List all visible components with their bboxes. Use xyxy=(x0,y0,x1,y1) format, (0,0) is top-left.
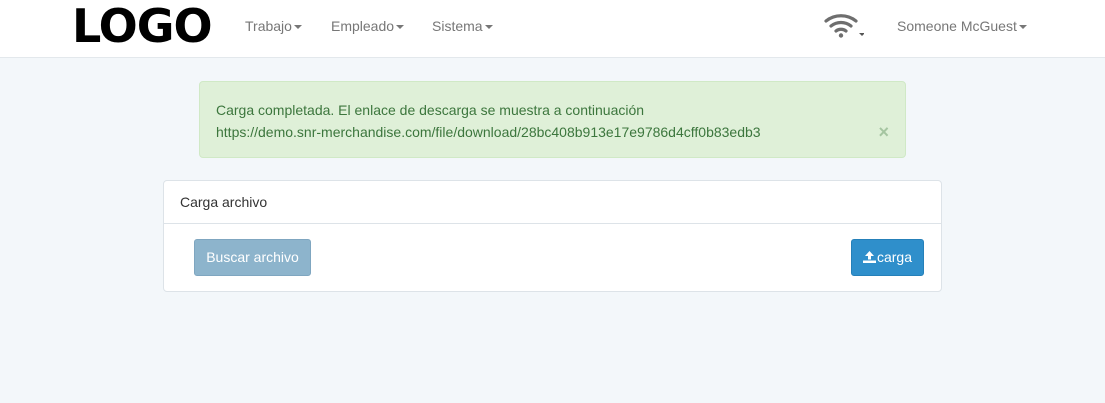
nav-menu-trabajo[interactable]: Trabajo xyxy=(245,17,302,35)
upload-icon xyxy=(862,251,876,263)
caret-down-icon xyxy=(293,25,302,30)
upload-button[interactable]: carga xyxy=(851,239,924,276)
download-link[interactable]: https://demo.snr-merchandise.com/file/do… xyxy=(216,123,761,141)
nav-menu-label: Empleado xyxy=(331,18,395,34)
user-menu[interactable]: Someone McGuest xyxy=(897,17,1027,35)
upload-panel: Carga archivo Buscar archivo carga xyxy=(163,180,942,292)
browse-file-button[interactable]: Buscar archivo xyxy=(194,239,311,276)
navbar: LOGO Trabajo Empleado Sistema Someone Mc… xyxy=(0,0,1105,58)
caret-down-icon xyxy=(396,25,405,30)
caret-down-icon xyxy=(484,25,493,30)
success-alert: Carga completada. El enlace de descarga … xyxy=(199,81,906,158)
nav-menu-label: Sistema xyxy=(432,18,483,34)
wifi-menu[interactable] xyxy=(824,13,865,39)
wifi-icon xyxy=(824,14,865,38)
caret-down-icon xyxy=(1018,25,1027,30)
close-icon[interactable]: × xyxy=(878,122,889,142)
alert-message: Carga completada. El enlace de descarga … xyxy=(216,102,645,118)
logo[interactable]: LOGO xyxy=(72,0,213,52)
nav-menu-label: Trabajo xyxy=(245,18,292,34)
nav-menu-sistema[interactable]: Sistema xyxy=(432,17,493,35)
user-name: Someone McGuest xyxy=(897,18,1017,34)
panel-title: Carga archivo xyxy=(164,181,941,224)
upload-label: carga xyxy=(876,249,913,265)
nav-menu-empleado[interactable]: Empleado xyxy=(331,17,405,35)
